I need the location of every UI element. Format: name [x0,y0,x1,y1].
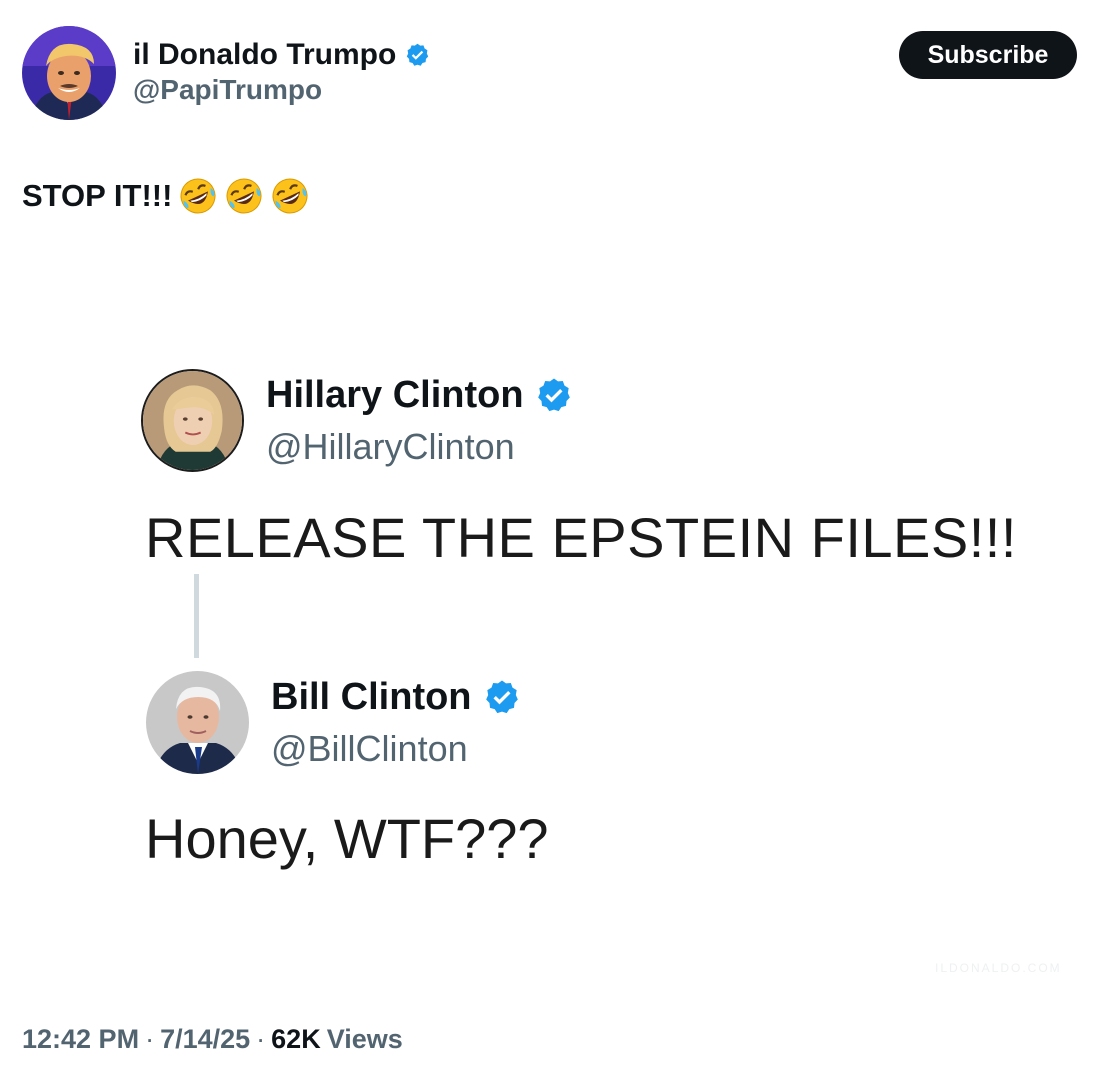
watermark: ILDONALDO.COM [935,961,1062,975]
thread-connector-line [194,574,199,658]
rofl-emoji-icon [270,176,310,216]
views-count[interactable]: 62K [271,1024,321,1055]
bill-handle: @BillClinton [271,728,468,769]
verified-badge-icon [404,42,431,69]
author-name-text[interactable]: il Donaldo Trumpo [133,38,396,72]
verified-badge-icon [534,376,574,416]
author-avatar[interactable] [22,26,116,120]
hillary-name-text: Hillary Clinton [266,374,524,416]
hillary-name: Hillary Clinton [266,374,574,417]
subscribe-button[interactable]: Subscribe [899,31,1077,79]
hillary-tweet-text: RELEASE THE EPSTEIN FILES!!! [145,506,1017,569]
bill-avatar [146,671,249,774]
bill-name-text: Bill Clinton [271,676,472,718]
author-handle[interactable]: @PapiTrumpo [133,74,322,106]
bill-name: Bill Clinton [271,676,522,719]
post-date[interactable]: 7/14/25 [160,1024,250,1055]
post-meta: 12:42 PM · 7/14/25 · 62K Views [22,1024,403,1055]
meta-separator: · [145,1024,155,1054]
post-text: STOP IT!!! [22,176,310,216]
author-name[interactable]: il Donaldo Trumpo [133,38,431,72]
rofl-emoji-icon [178,176,218,216]
post-text-content: STOP IT!!! [22,178,173,213]
hillary-avatar [141,369,244,472]
hillary-handle: @HillaryClinton [266,426,515,467]
rofl-emoji-icon [224,176,264,216]
post-time[interactable]: 12:42 PM [22,1024,139,1055]
verified-badge-icon [482,678,522,718]
meta-separator: · [256,1024,266,1054]
views-label[interactable]: Views [327,1024,403,1055]
bill-tweet-text: Honey, WTF??? [145,807,549,870]
